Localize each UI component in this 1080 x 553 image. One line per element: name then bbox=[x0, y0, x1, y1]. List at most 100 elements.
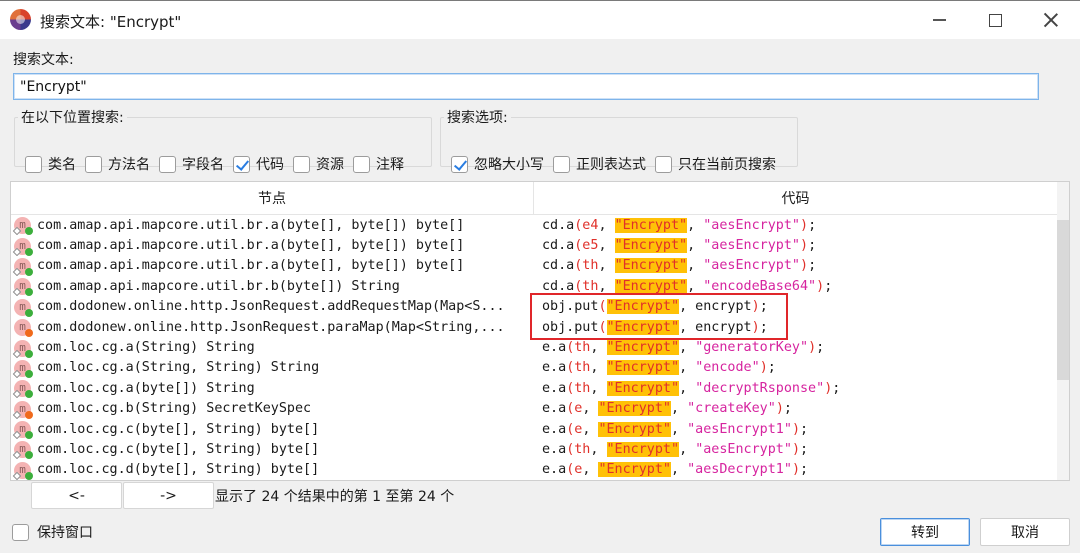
method-icon: m bbox=[12, 256, 34, 276]
search-match-highlight: "Encrypt" bbox=[598, 421, 671, 437]
code-token: ) bbox=[751, 299, 760, 315]
code-cell: e.a(th, "Encrypt", "generatorKey"); bbox=[534, 340, 1057, 356]
checkbox-box[interactable] bbox=[25, 155, 42, 173]
table-row[interactable]: m com.loc.cg.c(byte[], String) byte[] e.a(… bbox=[11, 439, 1057, 460]
cancel-button[interactable]: 取消 bbox=[980, 518, 1070, 546]
search-input[interactable] bbox=[13, 73, 1039, 100]
location-checkbox-2[interactable]: 字段名 bbox=[159, 154, 224, 174]
node-cell: m com.loc.cg.a(byte[]) String bbox=[11, 378, 534, 399]
code-token: , encrypt bbox=[679, 299, 752, 315]
option-checkbox-1[interactable]: 正则表达式 bbox=[553, 154, 646, 174]
search-match-highlight: "Encrypt" bbox=[606, 340, 680, 356]
keep-open-box[interactable] bbox=[12, 523, 29, 541]
code-token: cd.a bbox=[542, 238, 575, 254]
column-header-code[interactable]: 代码 bbox=[534, 182, 1057, 214]
table-row[interactable]: m com.amap.api.mapcore.util.br.a(byte[], … bbox=[11, 235, 1057, 256]
checkbox-checked-icon[interactable] bbox=[233, 155, 250, 173]
search-location-legend: 在以下位置搜索: bbox=[21, 110, 124, 126]
code-token: ; bbox=[832, 380, 841, 396]
code-token: ) bbox=[800, 217, 809, 233]
table-row[interactable]: m com.amap.api.mapcore.util.br.a(byte[], … bbox=[11, 215, 1057, 236]
code-token: obj.put bbox=[542, 319, 599, 335]
next-page-button[interactable]: -> bbox=[123, 482, 214, 509]
method-icon: m bbox=[12, 317, 34, 338]
node-cell: m com.loc.cg.d(byte[], String) byte[] bbox=[11, 460, 534, 480]
node-text: com.amap.api.mapcore.util.br.a(byte[], b… bbox=[37, 258, 465, 274]
public-access-icon bbox=[25, 267, 33, 276]
prev-page-button[interactable]: <- bbox=[31, 482, 122, 509]
table-row[interactable]: m com.loc.cg.b(String) SecretKeySpec e.a(e… bbox=[11, 399, 1057, 419]
location-checkbox-5[interactable]: 注释 bbox=[353, 154, 404, 174]
column-header-node[interactable]: 节点 bbox=[11, 182, 534, 214]
location-checkbox-3[interactable]: 代码 bbox=[233, 154, 284, 174]
location-label: 注释 bbox=[376, 157, 404, 173]
table-row[interactable]: m com.dodonew.online.http.JsonRequest.add… bbox=[11, 297, 1057, 317]
public-access-icon bbox=[25, 247, 33, 256]
code-token: , bbox=[671, 462, 688, 478]
method-icon: m bbox=[12, 439, 34, 460]
code-token: (th bbox=[574, 278, 599, 294]
code-token: (th bbox=[566, 360, 591, 376]
table-row[interactable]: m com.amap.api.mapcore.util.br.b(byte[]) … bbox=[11, 276, 1057, 297]
search-match-highlight: "Encrypt" bbox=[598, 462, 671, 478]
public-access-icon bbox=[25, 369, 33, 378]
code-token: ; bbox=[808, 217, 817, 233]
code-token: "encodeBase64" bbox=[703, 278, 817, 294]
scrollbar-thumb[interactable] bbox=[1057, 220, 1069, 380]
node-text: com.loc.cg.c(byte[], String) byte[] bbox=[37, 441, 320, 457]
option-checkbox-0[interactable]: 忽略大小写 bbox=[451, 154, 544, 174]
code-token: , bbox=[598, 217, 615, 233]
option-checkbox-2[interactable]: 只在当前页搜索 bbox=[655, 154, 776, 174]
code-cell: e.a(e, "Encrypt", "aesEncrypt1"); bbox=[534, 421, 1057, 437]
checkbox-box[interactable] bbox=[553, 155, 570, 173]
search-match-highlight: "Encrypt" bbox=[614, 278, 688, 294]
code-token: ) bbox=[775, 401, 784, 417]
goto-button[interactable]: 转到 bbox=[880, 518, 970, 546]
code-cell: e.a(th, "Encrypt", "encode"); bbox=[534, 360, 1057, 376]
minimize-button[interactable] bbox=[916, 1, 962, 39]
location-checkbox-4[interactable]: 资源 bbox=[293, 154, 344, 174]
checkbox-box[interactable] bbox=[353, 155, 370, 173]
node-text: com.loc.cg.a(String, String) String bbox=[37, 360, 320, 376]
table-row[interactable]: m com.loc.cg.d(byte[], String) byte[] e.a(… bbox=[11, 460, 1057, 480]
code-token: ) bbox=[791, 421, 800, 437]
checkbox-box[interactable] bbox=[159, 155, 176, 173]
code-token: , bbox=[687, 278, 704, 294]
table-row[interactable]: m com.loc.cg.c(byte[], String) byte[] e.a(… bbox=[11, 419, 1057, 440]
table-row[interactable]: m com.amap.api.mapcore.util.br.a(byte[], … bbox=[11, 256, 1057, 276]
table-row[interactable]: m com.loc.cg.a(String) String e.a(th, "Enc… bbox=[11, 337, 1057, 358]
table-row[interactable]: m com.dodonew.online.http.JsonRequest.par… bbox=[11, 317, 1057, 338]
code-token: e.a bbox=[542, 340, 567, 356]
code-cell: obj.put("Encrypt", encrypt); bbox=[534, 299, 1057, 315]
minimize-icon bbox=[932, 19, 946, 21]
location-checkbox-0[interactable]: 类名 bbox=[25, 154, 76, 174]
location-checkbox-1[interactable]: 方法名 bbox=[85, 154, 150, 174]
code-token: (e4 bbox=[574, 217, 599, 233]
public-access-icon bbox=[25, 451, 33, 460]
table-row[interactable]: m com.loc.cg.a(String, String) String e.a(… bbox=[11, 358, 1057, 378]
maximize-button[interactable] bbox=[972, 1, 1018, 39]
table-row[interactable]: m com.loc.cg.a(byte[]) String e.a(th, "Enc… bbox=[11, 378, 1057, 399]
code-cell: e.a(th, "Encrypt", "aesEncrypt"); bbox=[534, 441, 1057, 457]
checkbox-box[interactable] bbox=[293, 155, 310, 173]
close-button[interactable] bbox=[1028, 1, 1074, 39]
node-cell: m com.dodonew.online.http.JsonRequest.par… bbox=[11, 317, 534, 338]
code-token: , bbox=[598, 278, 615, 294]
method-icon: m bbox=[12, 236, 34, 256]
code-cell: cd.a(e5, "Encrypt", "aesEncrypt"); bbox=[534, 238, 1057, 254]
search-match-highlight: "Encrypt" bbox=[606, 299, 680, 315]
code-token: ; bbox=[800, 441, 809, 457]
code-token: ; bbox=[767, 360, 776, 376]
checkbox-box[interactable] bbox=[655, 155, 672, 173]
checkbox-checked-icon[interactable] bbox=[451, 155, 468, 173]
code-token: (th bbox=[566, 380, 591, 396]
method-icon: m bbox=[12, 276, 34, 297]
code-token: , bbox=[679, 340, 696, 356]
public-access-icon bbox=[25, 471, 33, 480]
vertical-scrollbar[interactable] bbox=[1057, 182, 1069, 480]
code-token: "aesEncrypt" bbox=[703, 217, 800, 233]
node-text: com.amap.api.mapcore.util.br.a(byte[], b… bbox=[37, 217, 465, 233]
checkbox-box[interactable] bbox=[85, 155, 102, 173]
code-token: , encrypt bbox=[679, 319, 752, 335]
keep-open-checkbox[interactable]: 保持窗口 bbox=[12, 522, 93, 542]
